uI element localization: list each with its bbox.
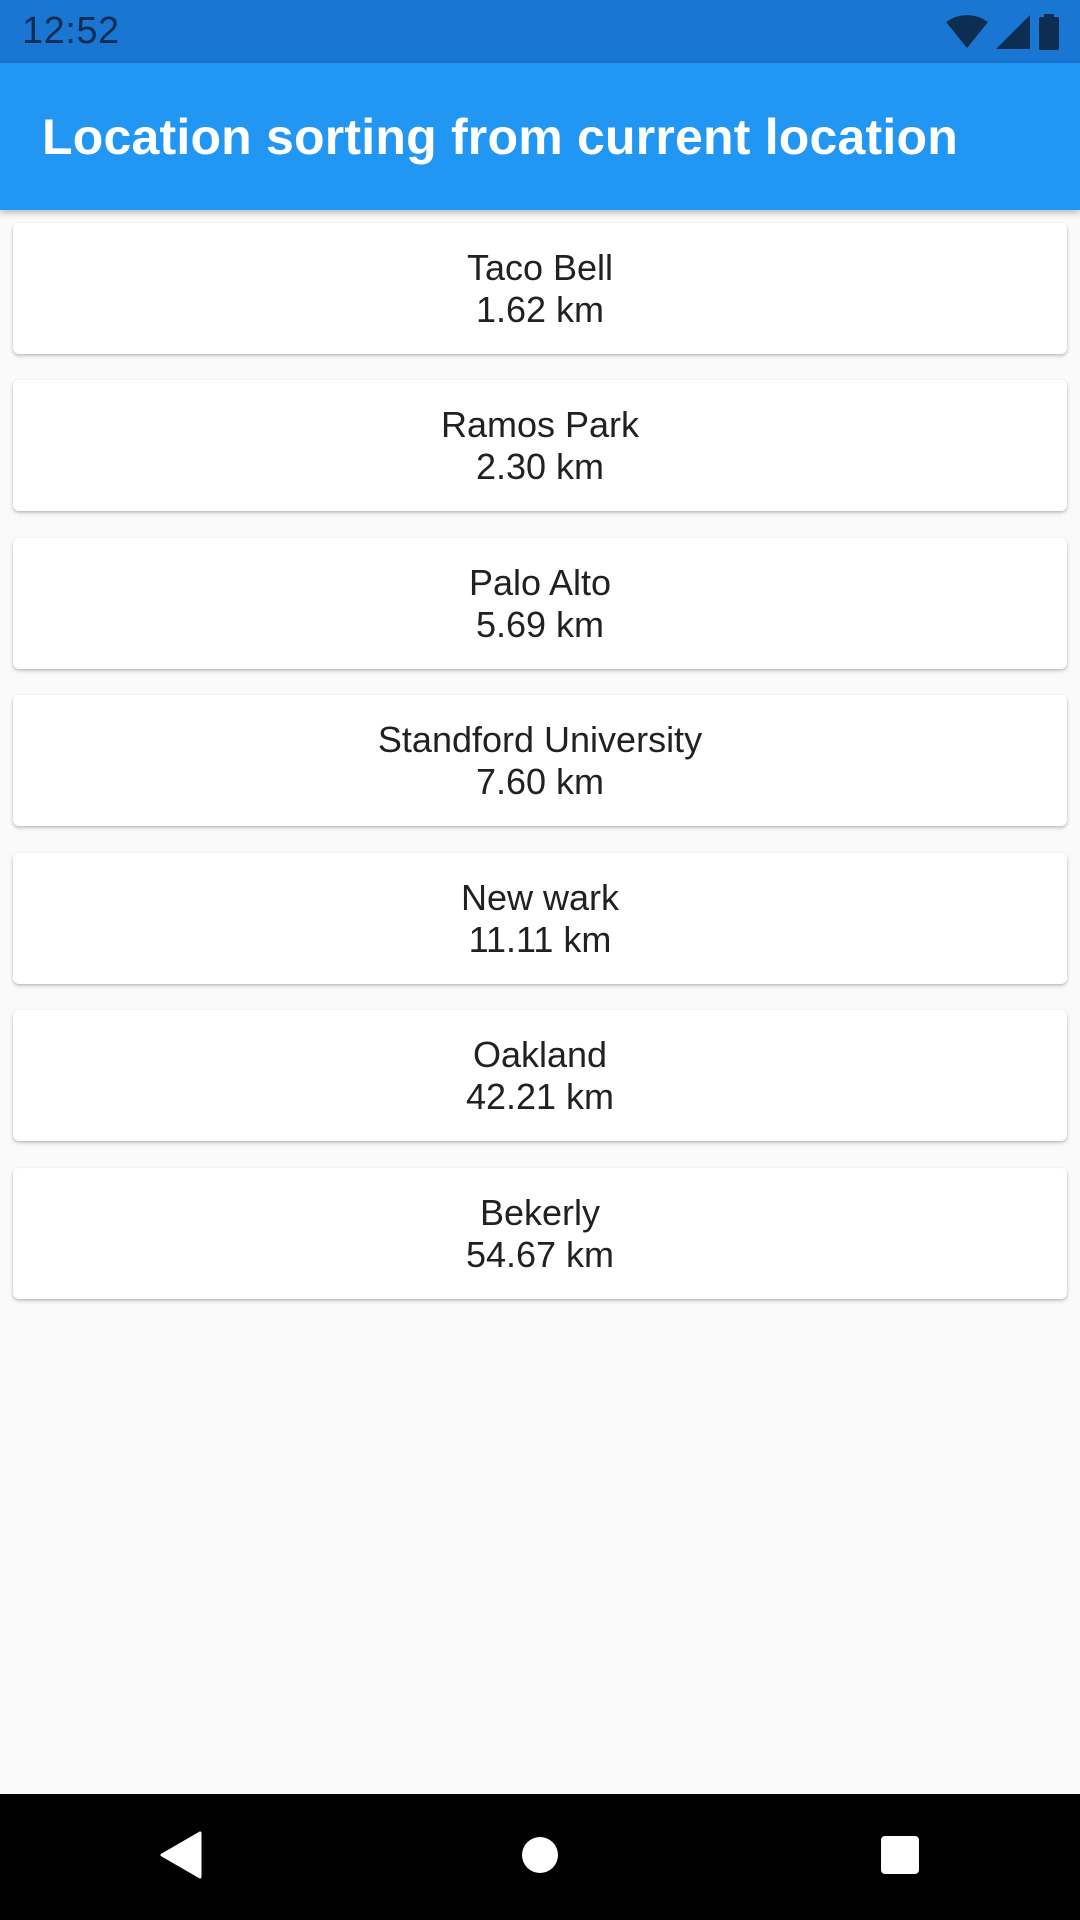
back-icon xyxy=(158,1831,202,1884)
location-name: Ramos Park xyxy=(440,403,640,445)
location-distance: 7.60 km xyxy=(475,760,605,802)
cell-signal-icon xyxy=(996,14,1030,49)
location-card[interactable]: New wark 11.11 km xyxy=(13,853,1067,984)
status-icons xyxy=(946,13,1060,50)
home-icon xyxy=(520,1835,560,1880)
location-card[interactable]: Oakland 42.21 km xyxy=(13,1010,1067,1141)
location-distance: 11.11 km xyxy=(468,918,612,960)
location-name: Palo Alto xyxy=(468,561,612,603)
location-distance: 54.67 km xyxy=(465,1233,615,1275)
battery-icon xyxy=(1038,13,1060,50)
back-button[interactable] xyxy=(120,1807,240,1907)
location-card[interactable]: Palo Alto 5.69 km xyxy=(13,538,1067,669)
wifi-icon xyxy=(946,14,988,49)
location-distance: 42.21 km xyxy=(465,1075,615,1117)
location-name: New wark xyxy=(460,876,620,918)
location-card[interactable]: Standford University 7.60 km xyxy=(13,695,1067,826)
location-card[interactable]: Bekerly 54.67 km xyxy=(13,1168,1067,1299)
recents-icon xyxy=(880,1835,920,1880)
location-card[interactable]: Ramos Park 2.30 km xyxy=(13,380,1067,511)
location-name: Bekerly xyxy=(479,1191,601,1233)
location-name: Taco Bell xyxy=(466,246,614,288)
status-time: 12:52 xyxy=(22,10,120,52)
page-title: Location sorting from current location xyxy=(42,108,958,165)
location-card[interactable]: Taco Bell 1.62 km xyxy=(13,223,1067,354)
recents-button[interactable] xyxy=(840,1807,960,1907)
location-distance: 5.69 km xyxy=(475,603,605,645)
location-distance: 2.30 km xyxy=(475,445,605,487)
app-bar: Location sorting from current location xyxy=(0,63,1080,210)
location-name: Standford University xyxy=(377,718,703,760)
navigation-bar xyxy=(0,1794,1080,1920)
status-bar: 12:52 xyxy=(0,0,1080,63)
home-button[interactable] xyxy=(480,1807,600,1907)
location-name: Oakland xyxy=(472,1033,608,1075)
location-distance: 1.62 km xyxy=(475,288,605,330)
